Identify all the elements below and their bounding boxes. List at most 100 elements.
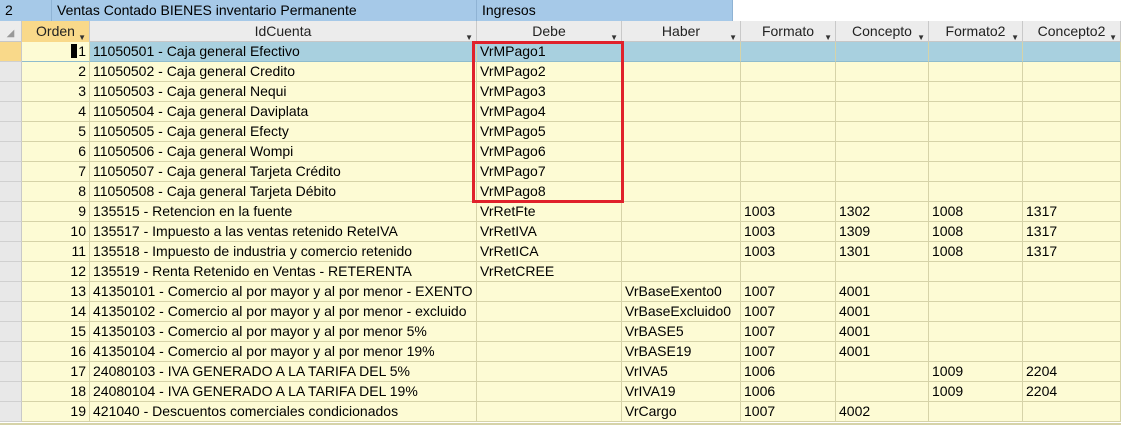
cell-orden[interactable]: 9: [22, 202, 90, 222]
cell-orden[interactable]: 17: [22, 362, 90, 382]
cell-debe[interactable]: [477, 362, 622, 382]
cell-formato2[interactable]: 1008: [929, 222, 1023, 242]
table-row[interactable]: 10 135517 - Impuesto a las ventas retenid…: [0, 222, 1121, 242]
cell-haber[interactable]: VrCargo: [622, 402, 741, 422]
cell-haber[interactable]: VrBASE19: [622, 342, 741, 362]
cell-formato2[interactable]: 1009: [929, 382, 1023, 402]
cell-idcuenta[interactable]: 41350103 - Comercio al por mayor y al po…: [90, 322, 477, 342]
cell-concepto[interactable]: [836, 122, 929, 142]
cell-concepto2[interactable]: 1317: [1023, 242, 1121, 262]
cell-haber[interactable]: [622, 242, 741, 262]
cell-formato2[interactable]: [929, 302, 1023, 322]
table-row[interactable]: 13 41350101 - Comercio al por mayor y al …: [0, 282, 1121, 302]
sort-filter-icon[interactable]: ▼: [78, 27, 86, 42]
chevron-down-icon[interactable]: ▼: [729, 27, 737, 42]
cell-orden[interactable]: 14: [22, 302, 90, 322]
cell-haber[interactable]: [622, 262, 741, 282]
cell-formato[interactable]: [741, 42, 836, 62]
cell-concepto[interactable]: 1301: [836, 242, 929, 262]
header-orden[interactable]: Orden ▼: [22, 21, 90, 42]
cell-formato2[interactable]: 1008: [929, 202, 1023, 222]
cell-concepto[interactable]: [836, 362, 929, 382]
cell-orden[interactable]: 2: [22, 62, 90, 82]
cell-concepto2[interactable]: [1023, 62, 1121, 82]
cell-formato[interactable]: [741, 122, 836, 142]
cell-concepto2[interactable]: [1023, 102, 1121, 122]
cell-concepto[interactable]: 4001: [836, 322, 929, 342]
cell-concepto[interactable]: [836, 62, 929, 82]
cell-orden[interactable]: 10: [22, 222, 90, 242]
chevron-down-icon[interactable]: ▼: [1109, 27, 1117, 42]
header-haber[interactable]: Haber ▼: [622, 21, 741, 42]
cell-concepto[interactable]: [836, 42, 929, 62]
cell-concepto2[interactable]: [1023, 42, 1121, 62]
record-selector[interactable]: [0, 142, 22, 162]
cell-concepto2[interactable]: 2204: [1023, 382, 1121, 402]
cell-debe[interactable]: [477, 342, 622, 362]
header-formato2[interactable]: Formato2 ▼: [929, 21, 1023, 42]
cell-debe[interactable]: VrRetICA: [477, 242, 622, 262]
cell-haber[interactable]: [622, 82, 741, 102]
cell-haber[interactable]: [622, 222, 741, 242]
record-selector[interactable]: [0, 342, 22, 362]
table-row[interactable]: 17 24080103 - IVA GENERADO A LA TARIFA DE…: [0, 362, 1121, 382]
cell-formato2[interactable]: 1008: [929, 242, 1023, 262]
cell-haber[interactable]: VrBASE5: [622, 322, 741, 342]
cell-formato[interactable]: [741, 162, 836, 182]
cell-concepto[interactable]: [836, 182, 929, 202]
cell-idcuenta[interactable]: 135518 - Impuesto de industria y comerci…: [90, 242, 477, 262]
cell-formato2[interactable]: [929, 402, 1023, 422]
cell-orden[interactable]: 5: [22, 122, 90, 142]
cell-debe[interactable]: [477, 282, 622, 302]
cell-formato[interactable]: 1007: [741, 322, 836, 342]
table-row[interactable]: 18 24080104 - IVA GENERADO A LA TARIFA DE…: [0, 382, 1121, 402]
record-selector[interactable]: [0, 122, 22, 142]
cell-formato2[interactable]: [929, 262, 1023, 282]
cell-concepto[interactable]: [836, 382, 929, 402]
cell-formato2[interactable]: [929, 342, 1023, 362]
cell-idcuenta[interactable]: 11050504 - Caja general Daviplata: [90, 102, 477, 122]
cell-concepto[interactable]: 4001: [836, 302, 929, 322]
record-selector[interactable]: [0, 182, 22, 202]
record-selector[interactable]: [0, 362, 22, 382]
header-idcuenta[interactable]: IdCuenta ▼: [90, 21, 477, 42]
cell-concepto2[interactable]: [1023, 162, 1121, 182]
cell-concepto2[interactable]: [1023, 82, 1121, 102]
cell-formato2[interactable]: [929, 182, 1023, 202]
cell-idcuenta[interactable]: 135519 - Renta Retenido en Ventas - RETE…: [90, 262, 477, 282]
cell-formato[interactable]: [741, 82, 836, 102]
record-selector[interactable]: [0, 402, 22, 422]
chevron-down-icon[interactable]: ▼: [465, 27, 473, 42]
record-selector[interactable]: [0, 42, 22, 62]
cell-concepto[interactable]: 1302: [836, 202, 929, 222]
cell-debe[interactable]: [477, 302, 622, 322]
cell-orden[interactable]: 7: [22, 162, 90, 182]
header-debe[interactable]: Debe ▼: [477, 21, 622, 42]
cell-concepto[interactable]: 1309: [836, 222, 929, 242]
cell-formato2[interactable]: [929, 322, 1023, 342]
table-row[interactable]: 11 135518 - Impuesto de industria y comer…: [0, 242, 1121, 262]
cell-concepto2[interactable]: 1317: [1023, 222, 1121, 242]
cell-idcuenta[interactable]: 11050505 - Caja general Efecty: [90, 122, 477, 142]
cell-concepto[interactable]: 4001: [836, 342, 929, 362]
header-concepto[interactable]: Concepto ▼: [836, 21, 929, 42]
table-row[interactable]: 9 135515 - Retencion en la fuente VrRetFte…: [0, 202, 1121, 222]
cell-formato[interactable]: 1006: [741, 382, 836, 402]
cell-concepto[interactable]: [836, 142, 929, 162]
cell-orden[interactable]: 4: [22, 102, 90, 122]
cell-debe[interactable]: [477, 322, 622, 342]
cell-concepto2[interactable]: 2204: [1023, 362, 1121, 382]
cell-formato2[interactable]: [929, 82, 1023, 102]
cell-idcuenta[interactable]: 41350101 - Comercio al por mayor y al po…: [90, 282, 477, 302]
cell-idcuenta[interactable]: 135517 - Impuesto a las ventas retenido …: [90, 222, 477, 242]
cell-formato2[interactable]: [929, 42, 1023, 62]
cell-haber[interactable]: VrIVA19: [622, 382, 741, 402]
record-selector[interactable]: [0, 282, 22, 302]
chevron-down-icon[interactable]: ▼: [824, 27, 832, 42]
cell-orden[interactable]: 8: [22, 182, 90, 202]
cell-haber[interactable]: [622, 142, 741, 162]
cell-orden[interactable]: 12: [22, 262, 90, 282]
cell-idcuenta[interactable]: 11050506 - Caja general Wompi: [90, 142, 477, 162]
table-row[interactable]: 14 41350102 - Comercio al por mayor y al …: [0, 302, 1121, 322]
cell-idcuenta[interactable]: 41350104 - Comercio al por mayor y al po…: [90, 342, 477, 362]
